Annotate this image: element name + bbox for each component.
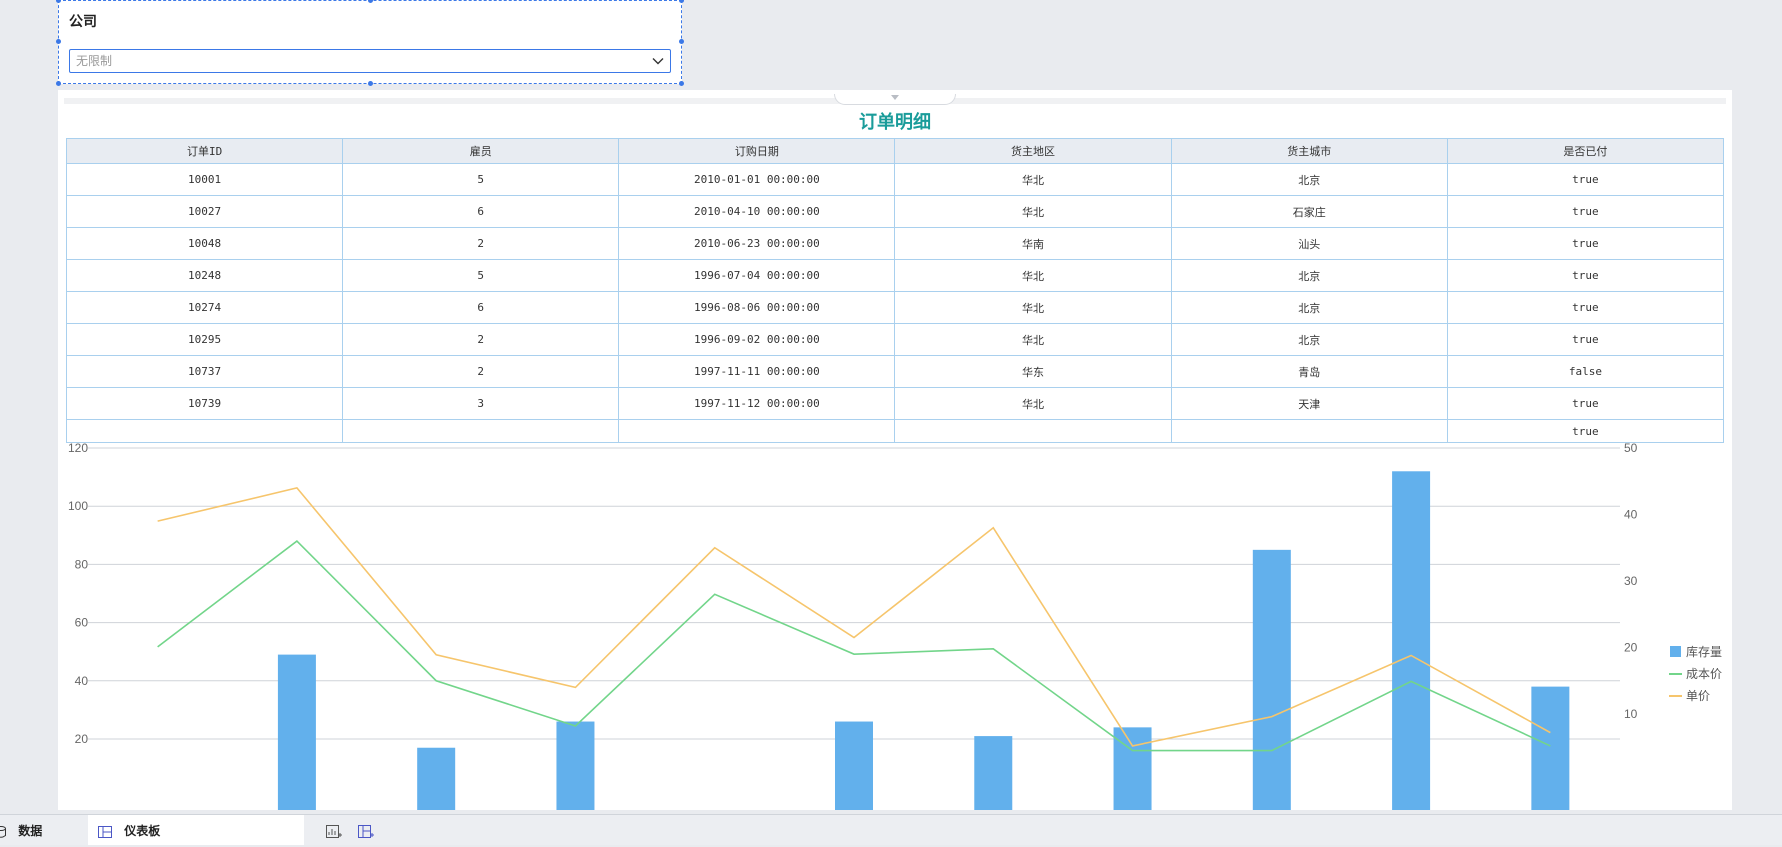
legend-label[interactable]: 成本价 xyxy=(1686,667,1722,681)
bar-inventory[interactable] xyxy=(1113,727,1152,810)
filter-title: 公司 xyxy=(69,14,97,30)
resize-handle[interactable] xyxy=(679,81,684,86)
y-right-tick-label: 10 xyxy=(1624,707,1638,721)
legend-label[interactable]: 库存量 xyxy=(1686,644,1722,659)
y-left-tick-label: 20 xyxy=(75,732,89,746)
company-filter-select[interactable]: 无限制 xyxy=(69,49,671,73)
y-right-tick-label: 30 xyxy=(1624,574,1638,588)
legend-swatch xyxy=(1670,646,1681,657)
y-right-tick-label: 20 xyxy=(1624,641,1638,655)
add-chart-icon[interactable] xyxy=(326,825,342,839)
bar-inventory[interactable] xyxy=(417,747,456,810)
chevron-down-icon[interactable] xyxy=(652,55,664,67)
resize-handle[interactable] xyxy=(368,0,373,3)
bar-inventory[interactable] xyxy=(556,721,595,810)
legend-label[interactable]: 单价 xyxy=(1686,689,1710,703)
bar-inventory[interactable] xyxy=(1531,686,1570,810)
tab-data-label: 数据 xyxy=(18,824,43,838)
resize-handle[interactable] xyxy=(368,81,373,86)
bar-inventory[interactable] xyxy=(277,654,316,810)
y-left-tick-label: 60 xyxy=(75,616,89,630)
resize-handle[interactable] xyxy=(56,0,61,3)
database-icon xyxy=(0,825,6,838)
resize-handle[interactable] xyxy=(56,39,61,44)
resize-handle[interactable] xyxy=(679,39,684,44)
y-right-tick-label: 40 xyxy=(1624,508,1638,522)
tab-dashboard-label: 仪表板 xyxy=(124,824,161,838)
tab-dashboard[interactable]: 仪表板 xyxy=(88,815,304,845)
line-unit-price[interactable] xyxy=(157,487,1551,747)
bar-inventory[interactable] xyxy=(1252,549,1291,810)
resize-handle[interactable] xyxy=(56,81,61,86)
dashboard-icon xyxy=(98,825,112,838)
bar-inventory[interactable] xyxy=(835,721,873,810)
y-left-tick-label: 100 xyxy=(68,499,88,513)
tab-data[interactable]: 数据 xyxy=(0,815,86,845)
y-right-tick-label: 50 xyxy=(1624,441,1638,455)
bar-inventory[interactable] xyxy=(974,736,1013,810)
add-dashboard-icon[interactable] xyxy=(358,825,374,839)
y-left-tick-label: 120 xyxy=(68,441,88,455)
y-left-tick-label: 40 xyxy=(75,674,89,688)
report-panel: 订单明细 订单ID 雇员 订购日期 货主地区 货主城市 是否已付 10001 5 2010-0… xyxy=(58,90,1732,810)
y-left-tick-label: 80 xyxy=(75,557,89,571)
filter-placeholder: 无限制 xyxy=(76,54,113,68)
company-filter-widget[interactable]: 公司 无限制 xyxy=(56,0,684,86)
inventory-price-chart: 20 40 60 80 100 120 10 20 30 40 50 库存量成本价单价 xyxy=(68,441,1722,810)
resize-handle[interactable] xyxy=(679,0,684,3)
bottom-tab-bar: 数据 仪表板 xyxy=(0,814,1782,845)
bar-inventory[interactable] xyxy=(1392,471,1431,810)
